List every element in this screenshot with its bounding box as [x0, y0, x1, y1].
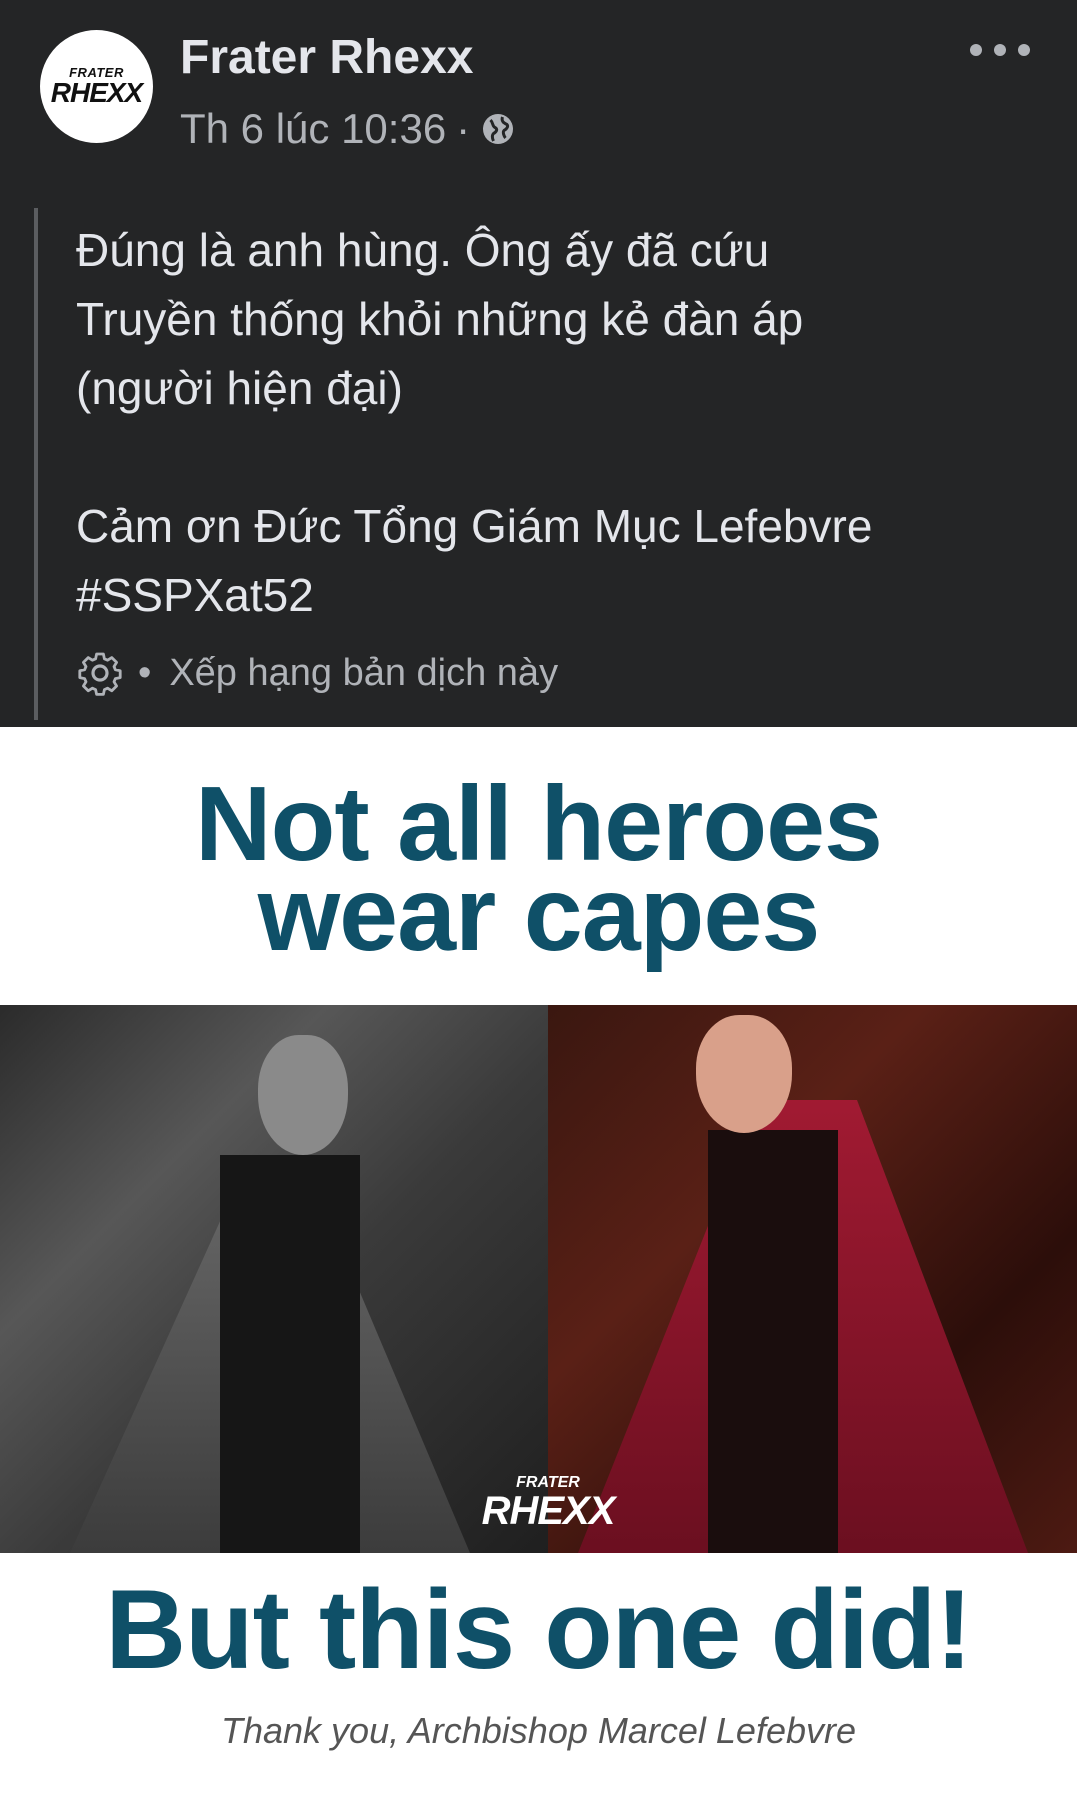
post-header: FRATER RHEXX Frater Rhexx Th 6 lúc 10:36… — [0, 0, 1077, 200]
gear-icon[interactable] — [76, 649, 124, 697]
cassock-shape — [220, 1155, 360, 1553]
rating-separator: • — [138, 652, 152, 694]
post-quote: Đúng là anh hùng. Ông ấy đã cứu Truyền t… — [34, 208, 1048, 720]
poster-subheadline: But this one did! — [105, 1567, 972, 1692]
more-dot — [1018, 44, 1030, 56]
post-text: Đúng là anh hùng. Ông ấy đã cứu Truyền t… — [76, 216, 1036, 630]
watermark-logo: FRATER RHEXX — [478, 1475, 618, 1533]
more-options-icon[interactable] — [970, 30, 1030, 70]
headline-line: wear capes — [257, 855, 821, 973]
author-name[interactable]: Frater Rhexx — [180, 30, 473, 86]
cassock-shape — [708, 1130, 838, 1553]
post-text-line: Đúng là anh hùng. Ông ấy đã cứu — [76, 224, 770, 276]
hashtag-link[interactable]: #SSPXat52 — [76, 561, 1036, 630]
head-shape — [258, 1035, 348, 1155]
translation-rating-link[interactable]: Xếp hạng bản dịch này — [169, 648, 558, 698]
post-meta: Th 6 lúc 10:36 · — [180, 103, 516, 155]
photo-right — [548, 1005, 1077, 1553]
avatar[interactable]: FRATER RHEXX — [40, 30, 153, 143]
translation-rating-row: • Xếp hạng bản dịch này — [76, 648, 558, 698]
more-dot — [970, 44, 982, 56]
post-text-line: Cảm ơn Đức Tổng Giám Mục Lefebvre — [76, 500, 873, 552]
watermark-bottom: RHEXX — [481, 1489, 616, 1533]
post-text-line: (người hiện đại) — [76, 362, 403, 414]
post-image[interactable]: Not all heroes wear capes FRATER RHEXX B… — [0, 727, 1077, 1812]
post-text-line: Truyền thống khỏi những kẻ đàn áp — [76, 293, 804, 345]
globe-icon[interactable] — [480, 111, 516, 147]
timestamp[interactable]: Th 6 lúc 10:36 — [180, 103, 446, 155]
photo-left — [0, 1005, 548, 1553]
avatar-logo-bottom: RHEXX — [50, 77, 143, 108]
more-dot — [994, 44, 1006, 56]
head-shape — [696, 1015, 792, 1133]
poster-headline: Not all heroes wear capes — [0, 771, 1077, 973]
meta-separator: · — [456, 105, 471, 152]
poster-caption: Thank you, Archbishop Marcel Lefebvre — [221, 1710, 856, 1751]
